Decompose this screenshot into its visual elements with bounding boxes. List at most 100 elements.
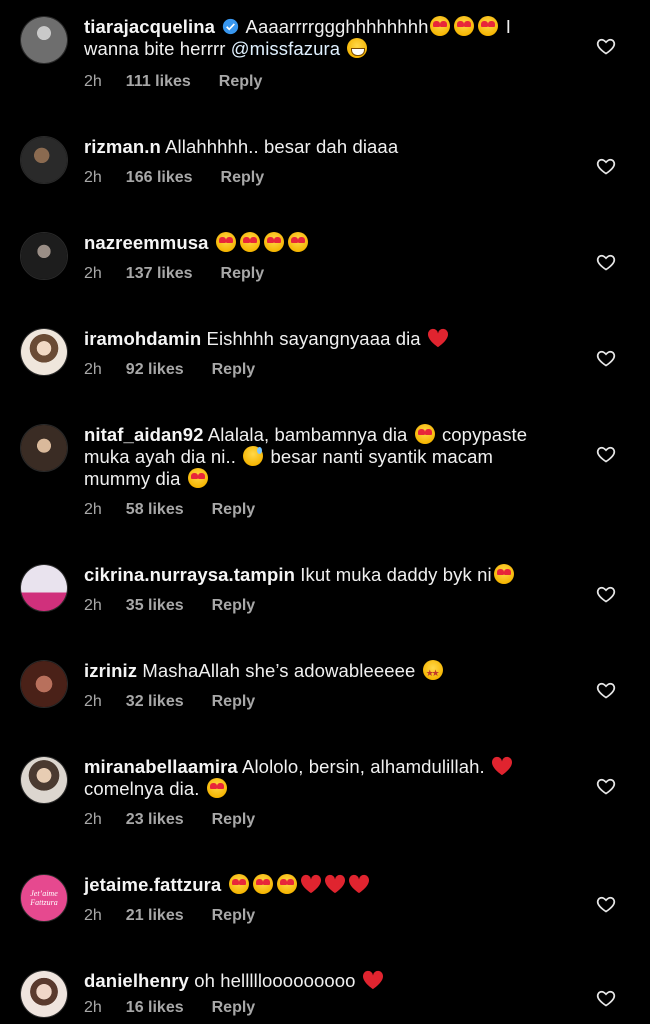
likes-count[interactable]: 23 likes: [126, 811, 184, 828]
heart-eyes-emoji: [252, 874, 273, 894]
comment-text: Eishhhh sayangnyaaa dia: [206, 328, 421, 349]
like-heart-icon[interactable]: [596, 894, 616, 914]
comment-meta: 2h 58 likes Reply: [84, 501, 283, 519]
comment-body: tiarajacquelina Aaaarrrrggghhhhhhhh I wa…: [84, 16, 554, 60]
avatar[interactable]: Jet’aime Fattzura: [20, 874, 68, 922]
reply-button[interactable]: Reply: [212, 907, 256, 924]
comment-text: MashaAllah she’s adowableeeee: [142, 660, 416, 681]
like-heart-icon[interactable]: [596, 156, 616, 176]
heart-eyes-emoji: [276, 874, 297, 894]
comment-text: Alalala, bambamnya dia: [207, 424, 408, 445]
likes-count[interactable]: 16 likes: [126, 999, 184, 1016]
mention-link[interactable]: @missfazura: [231, 38, 340, 59]
username[interactable]: miranabellaamira: [84, 756, 238, 777]
sweat-smile-emoji: [243, 446, 264, 466]
red-heart-emoji: [427, 328, 448, 348]
avatar[interactable]: [20, 136, 68, 184]
username[interactable]: nitaf_aidan92: [84, 424, 204, 445]
username[interactable]: iramohdamin: [84, 328, 201, 349]
red-heart-emoji: [348, 874, 369, 894]
heart-eyes-emoji: [454, 16, 475, 36]
username[interactable]: tiarajacquelina: [84, 16, 215, 37]
timestamp: 2h: [84, 501, 102, 518]
avatar[interactable]: [20, 970, 68, 1018]
reply-button[interactable]: Reply: [221, 169, 265, 186]
reply-button[interactable]: Reply: [221, 265, 265, 282]
timestamp: 2h: [84, 907, 102, 924]
avatar[interactable]: [20, 756, 68, 804]
grin-emoji: [347, 38, 368, 58]
comment-body: izriniz MashaAllah she’s adowableeeee: [84, 660, 554, 684]
timestamp: 2h: [84, 811, 102, 828]
avatar[interactable]: [20, 328, 68, 376]
heart-eyes-emoji: [287, 232, 308, 252]
avatar[interactable]: [20, 16, 68, 64]
reply-button[interactable]: Reply: [212, 811, 256, 828]
avatar[interactable]: [20, 232, 68, 280]
heart-eyes-emoji: [187, 468, 208, 488]
timestamp: 2h: [84, 999, 102, 1016]
avatar[interactable]: [20, 660, 68, 708]
likes-count[interactable]: 166 likes: [126, 169, 193, 186]
comment-meta: 2h 32 likes Reply: [84, 693, 283, 711]
like-heart-icon[interactable]: [596, 348, 616, 368]
reply-button[interactable]: Reply: [219, 73, 263, 90]
comment-body: rizman.n Allahhhhh.. besar dah diaaa: [84, 136, 554, 158]
likes-count[interactable]: 111 likes: [126, 73, 191, 90]
like-heart-icon[interactable]: [596, 988, 616, 1008]
heart-eyes-emoji: [228, 874, 249, 894]
timestamp: 2h: [84, 361, 102, 378]
comment-body: nazreemmusa: [84, 232, 554, 254]
like-heart-icon[interactable]: [596, 252, 616, 272]
likes-count[interactable]: 21 likes: [126, 907, 184, 924]
username[interactable]: izriniz: [84, 660, 137, 681]
heart-eyes-emoji: [493, 564, 514, 584]
heart-eyes-emoji: [239, 232, 260, 252]
username[interactable]: danielhenry: [84, 970, 189, 991]
likes-count[interactable]: 35 likes: [126, 597, 184, 614]
likes-count[interactable]: 137 likes: [126, 265, 193, 282]
comment-meta: 2h 111 likes Reply: [84, 73, 290, 91]
comment-body: nitaf_aidan92 Alalala, bambamnya dia cop…: [84, 424, 554, 490]
reply-button[interactable]: Reply: [212, 999, 256, 1016]
comment-meta: 2h 92 likes Reply: [84, 361, 283, 379]
likes-count[interactable]: 32 likes: [126, 693, 184, 710]
comment-meta: 2h 137 likes Reply: [84, 265, 292, 283]
likes-count[interactable]: 58 likes: [126, 501, 184, 518]
red-heart-emoji: [324, 874, 345, 894]
verified-badge-icon: [223, 18, 239, 35]
red-heart-emoji: [362, 970, 383, 990]
username[interactable]: jetaime.fattzura: [84, 874, 221, 895]
like-heart-icon[interactable]: [596, 584, 616, 604]
comment-text: Aaaarrrrggghhhhhhhh: [245, 16, 429, 37]
username[interactable]: rizman.n: [84, 136, 161, 157]
timestamp: 2h: [84, 73, 102, 90]
likes-count[interactable]: 92 likes: [126, 361, 184, 378]
timestamp: 2h: [84, 693, 102, 710]
comment-text: Allahhhhh.. besar dah diaaa: [165, 136, 399, 157]
reply-button[interactable]: Reply: [212, 597, 256, 614]
heart-eyes-emoji: [430, 16, 451, 36]
like-heart-icon[interactable]: [596, 36, 616, 56]
like-heart-icon[interactable]: [596, 776, 616, 796]
username[interactable]: nazreemmusa: [84, 232, 209, 253]
comment-body: miranabellaamira Alololo, bersin, alhamd…: [84, 756, 554, 800]
comment-meta: 2h 16 likes Reply: [84, 999, 283, 1017]
reply-button[interactable]: Reply: [212, 361, 256, 378]
timestamp: 2h: [84, 597, 102, 614]
heart-eyes-emoji: [414, 424, 435, 444]
username[interactable]: cikrina.nurraysa.tampin: [84, 564, 295, 585]
comment-body: cikrina.nurraysa.tampin Ikut muka daddy …: [84, 564, 554, 586]
reply-button[interactable]: Reply: [212, 501, 256, 518]
avatar[interactable]: [20, 424, 68, 472]
timestamp: 2h: [84, 169, 102, 186]
comment-body: jetaime.fattzura: [84, 874, 554, 896]
reply-button[interactable]: Reply: [212, 693, 256, 710]
red-heart-emoji: [491, 756, 513, 776]
comment-body: iramohdamin Eishhhh sayangnyaaa dia: [84, 328, 554, 350]
comment-text: oh helllllooooooooo: [194, 970, 356, 991]
avatar[interactable]: [20, 564, 68, 612]
like-heart-icon[interactable]: [596, 444, 616, 464]
like-heart-icon[interactable]: [596, 680, 616, 700]
red-heart-emoji: [300, 874, 321, 894]
